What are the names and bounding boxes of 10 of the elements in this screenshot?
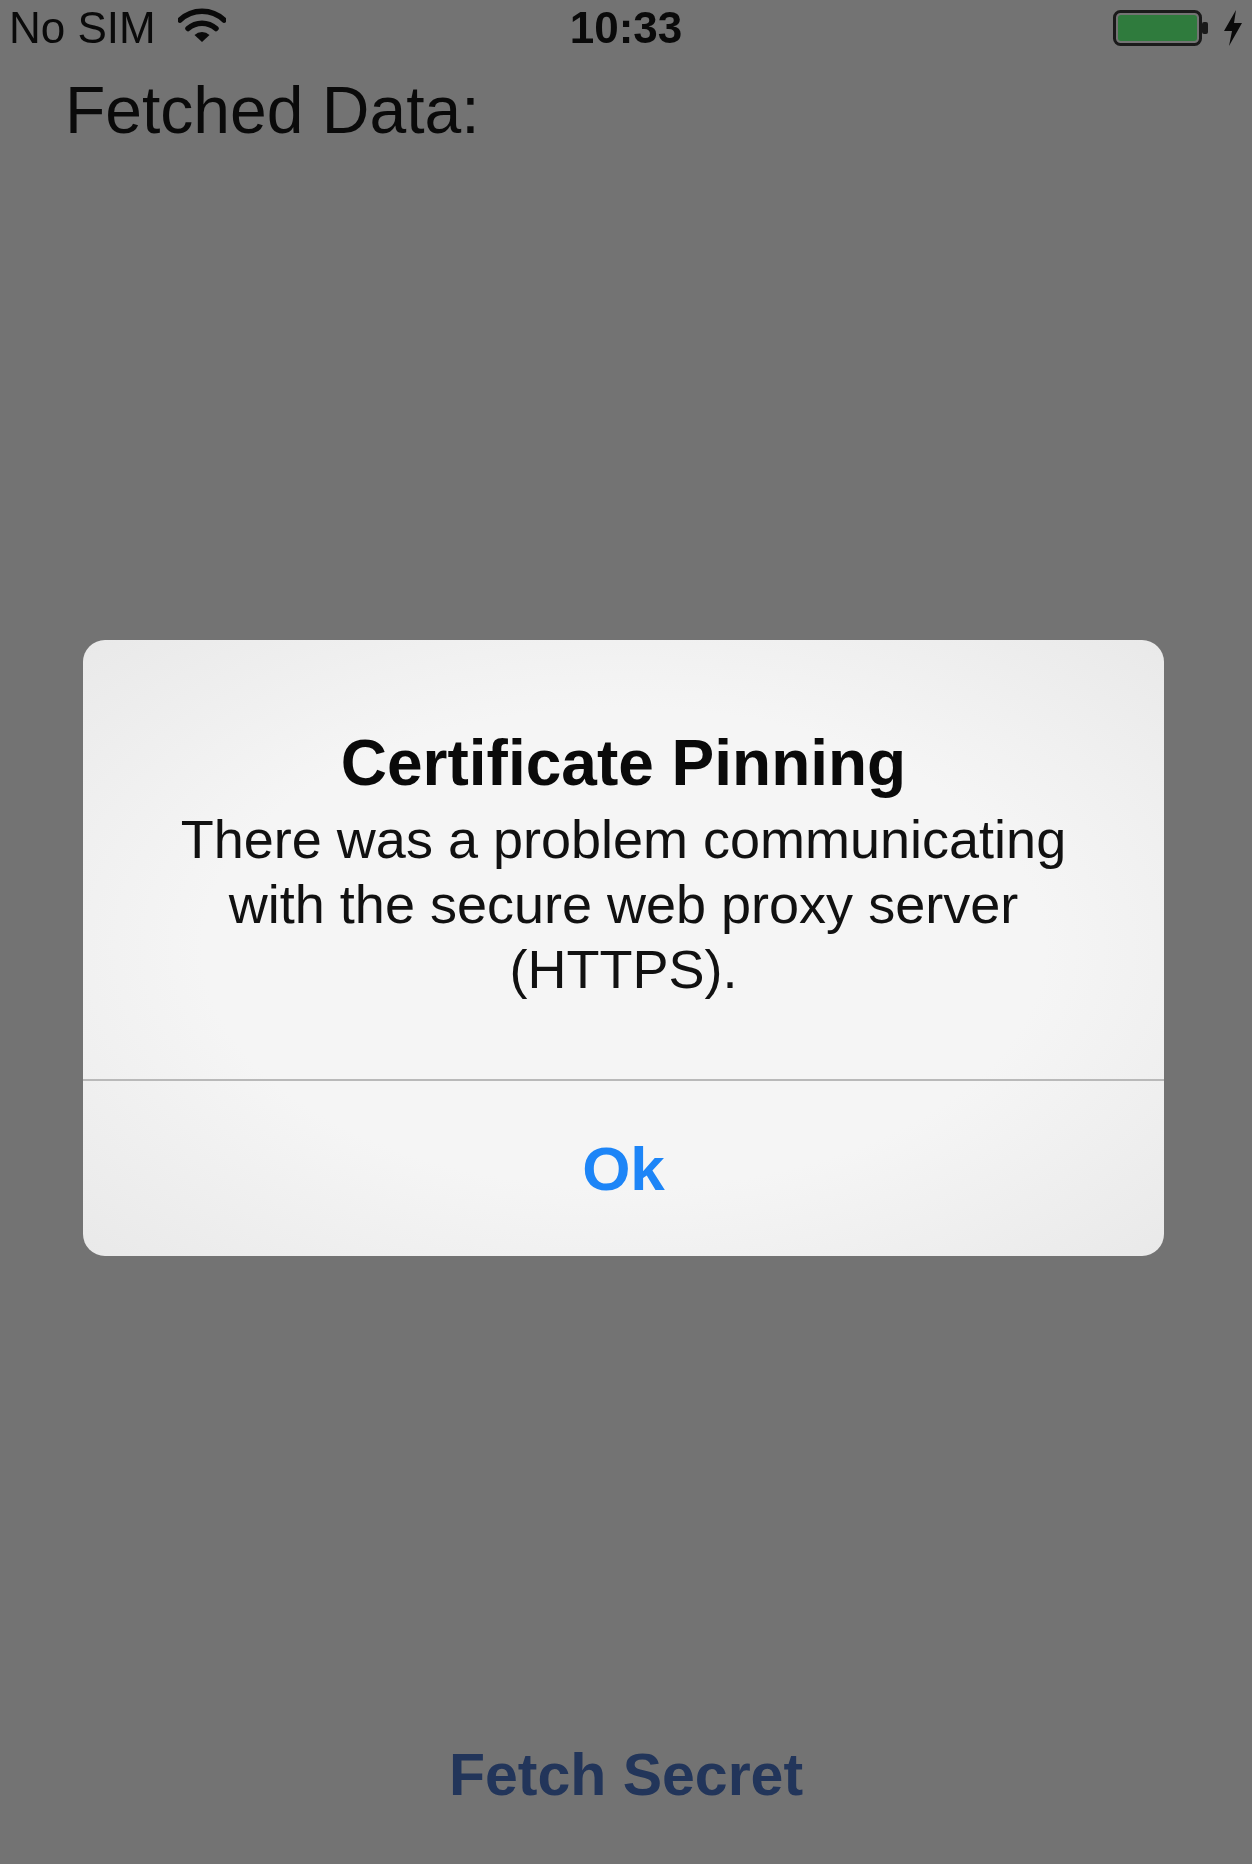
time-label: 10:33	[569, 2, 683, 54]
ok-button[interactable]: Ok	[572, 1129, 675, 1208]
wifi-icon	[177, 7, 226, 43]
battery-icon	[1113, 10, 1209, 46]
alert-title: Certificate Pinning	[340, 726, 907, 801]
lightning-bolt-icon	[1223, 10, 1243, 46]
carrier-label: No SIM	[9, 2, 156, 54]
alert-message: There was a problem communicating with the secure web proxy server (HTTPS).	[179, 808, 1068, 1001]
fetched-data-label: Fetched Data:	[65, 72, 480, 148]
fetch-secret-button[interactable]: Fetch Secret	[444, 1744, 808, 1806]
